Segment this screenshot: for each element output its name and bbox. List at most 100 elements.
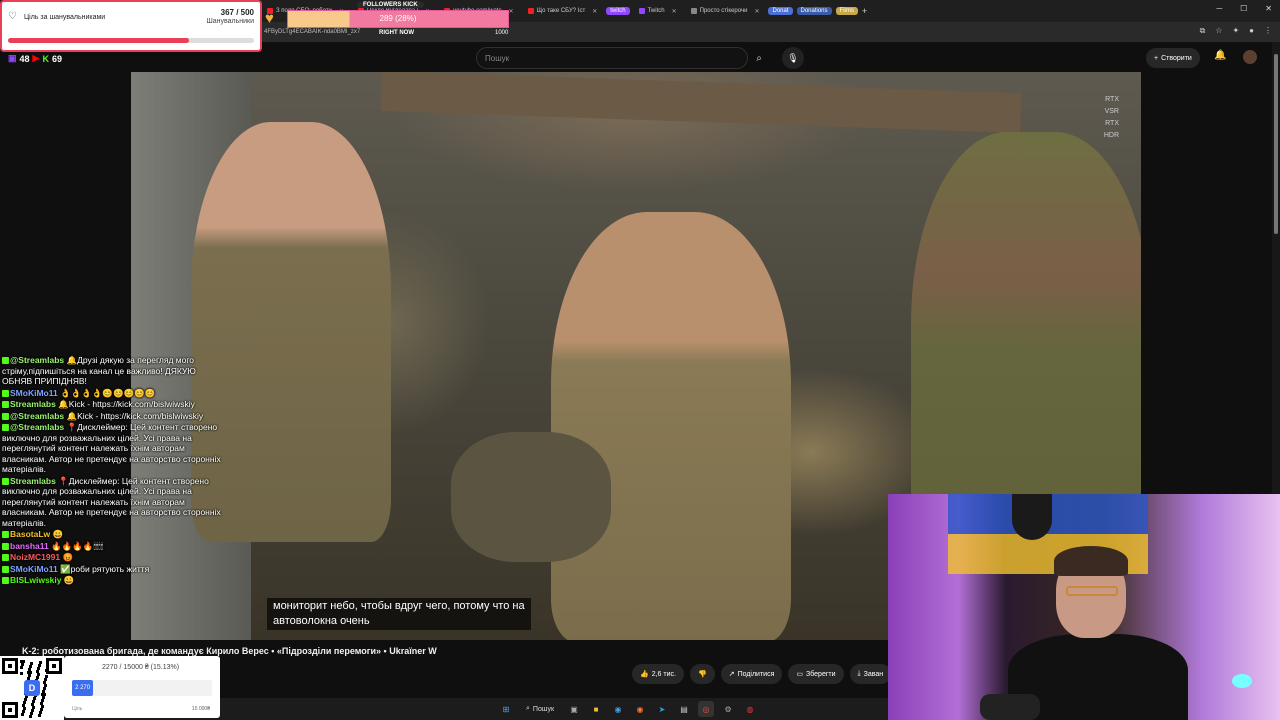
close-tab-icon[interactable]: ✕ (592, 8, 597, 15)
tab-group-pill[interactable]: Donations (796, 7, 832, 15)
firefox-icon[interactable]: ◉ (632, 701, 648, 717)
extensions-icon[interactable]: ✦ (1232, 26, 1239, 36)
share-button[interactable]: ↗ Поділитися (720, 664, 783, 684)
chat-message: Streamlabs 🔔Kick - https://kick.com/bisl… (2, 399, 227, 410)
tab-group-pill[interactable]: Donat (768, 7, 793, 15)
donation-qr-code: D (0, 656, 64, 720)
avatar[interactable] (1243, 50, 1257, 64)
chat-badge-icon (2, 357, 9, 364)
chat-badge-icon (2, 531, 9, 538)
youtube-favicon-icon (527, 8, 534, 14)
settings-gear-icon[interactable]: ⚙ (720, 701, 736, 717)
chat-badge-icon (2, 389, 9, 397)
qr-module (20, 666, 23, 669)
heart-icon: ♥ (265, 10, 274, 27)
photo-app-icon[interactable]: ▤ (676, 701, 692, 717)
qr-module (37, 673, 40, 676)
qr-module (29, 671, 32, 674)
close-tab-icon[interactable]: ✕ (672, 8, 677, 15)
qr-module (20, 672, 23, 675)
chat-nick: SMoKiMo11 (10, 387, 58, 398)
scrollbar-thumb[interactable] (1274, 54, 1278, 234)
chat-text: 🔥🔥🔥🔥🕯🕯🕯🕯 (51, 540, 104, 551)
close-window-icon[interactable]: ✕ (1265, 4, 1272, 13)
goal-progress-fill (8, 38, 189, 43)
save-button[interactable]: ▭ Зберегти (788, 664, 844, 684)
tab-group-pill[interactable]: Films (835, 7, 858, 15)
chat-nick: SMoKiMo11 (10, 563, 58, 574)
chat-message: Streamlabs 📍Дисклеймер: Цей контент ство… (2, 476, 227, 529)
video-title: K-2: роботизована бригада, де командує К… (22, 646, 437, 656)
minimize-icon[interactable]: ─ (1216, 4, 1222, 13)
obs-icon[interactable]: ◍ (742, 701, 758, 717)
notifications-bell-icon[interactable]: 🔔 (1214, 50, 1226, 61)
qr-module (45, 675, 48, 678)
qr-module (30, 712, 33, 715)
install-icon[interactable]: ⧉ (1200, 26, 1206, 36)
telegram-icon[interactable]: ➤ (654, 701, 670, 717)
like-button[interactable]: 👍 2,6 тис. (632, 664, 684, 684)
chat-badge-icon (2, 401, 9, 408)
qr-module (22, 660, 25, 663)
twitch-favicon-icon (638, 8, 645, 14)
search-input[interactable]: Пошук (476, 47, 748, 69)
chat-nick: @Streamlabs (10, 355, 65, 365)
chat-message: BISLwiwskiy 😀 (2, 575, 227, 586)
qr-module (44, 684, 47, 687)
chat-nick: @Streamlabs (10, 422, 65, 432)
tab-group-pill[interactable]: twitch (606, 7, 630, 15)
file-explorer-icon[interactable]: ■ (588, 701, 604, 717)
task-view-icon[interactable]: ▣ (566, 701, 582, 717)
qr-module (32, 706, 35, 709)
download-button[interactable]: ⤓ Заван (849, 664, 892, 684)
thumbs-down-icon: 👎 (697, 671, 707, 678)
voice-search-button[interactable]: 🎙 (782, 47, 804, 69)
chrome-icon[interactable]: ◎ (698, 701, 715, 717)
qr-module (29, 715, 32, 718)
qr-module (31, 709, 34, 712)
new-tab-icon[interactable]: + (862, 6, 867, 16)
browser-tab[interactable]: Що таке СБУ? Іст ✕ (523, 2, 603, 20)
search-button[interactable]: ⌕ (748, 47, 770, 69)
bookmark-star-icon[interactable]: ☆ (1215, 26, 1222, 36)
qr-module (23, 707, 26, 710)
window-controls: ─ ☐ ✕ (1216, 4, 1272, 13)
mic-icon: 🎙 (787, 52, 799, 63)
chat-badge-icon (2, 412, 9, 420)
browser-tab[interactable]: Просто стікерочи ✕ (686, 2, 765, 20)
video-soldier-center (551, 212, 791, 640)
streamer-hair (1054, 546, 1128, 576)
chat-message: @Streamlabs 🔔Друзі дякую за перегляд мог… (2, 355, 227, 387)
heart-outline-icon: ♡ (8, 11, 17, 22)
dislike-button[interactable]: 👎 (689, 664, 715, 684)
taskbar-search[interactable]: ⌕ Пошук (520, 701, 560, 717)
windows-start-icon[interactable]: ⊞ (498, 701, 514, 717)
browser-tab[interactable]: Twitch ✕ (634, 2, 682, 20)
profile-icon[interactable]: ● (1249, 26, 1254, 36)
qr-finder (2, 658, 18, 674)
chat-overlay: @Streamlabs 🔔Друзі дякую за перегляд мог… (2, 355, 227, 587)
chat-text: ✅роби рятують життя (60, 563, 150, 574)
chat-text: 😀 (63, 575, 75, 585)
menu-dots-icon[interactable]: ⋮ (1264, 26, 1272, 36)
maximize-icon[interactable]: ☐ (1240, 4, 1247, 13)
qr-module (44, 678, 47, 681)
chat-text: 😡 (62, 552, 74, 562)
qr-finder (2, 702, 18, 718)
qr-module (41, 705, 44, 708)
qr-module (43, 693, 46, 696)
chat-text: 😀 (52, 529, 64, 539)
qr-module (39, 711, 42, 714)
close-tab-icon[interactable]: ✕ (754, 8, 759, 15)
plus-icon: + (1154, 54, 1159, 62)
bookmark-icon: ▭ (796, 671, 803, 678)
donation-goal-widget: 2270 / 15000 ₴ (15.13%) 2 270 Ціль 15 00… (64, 656, 220, 718)
create-button[interactable]: + Створити (1146, 48, 1200, 68)
chat-message: BasotaLw 😀 (2, 529, 227, 540)
chat-badge-icon (2, 577, 9, 584)
video-helmet (451, 432, 611, 562)
search-icon: ⌕ (756, 52, 762, 64)
browser-toolbar: ⧉ ☆ ✦ ● ⋮ (1200, 26, 1272, 36)
edge-browser-icon[interactable]: ◉ (610, 701, 626, 717)
twitch-icon: ▣ (8, 53, 17, 63)
